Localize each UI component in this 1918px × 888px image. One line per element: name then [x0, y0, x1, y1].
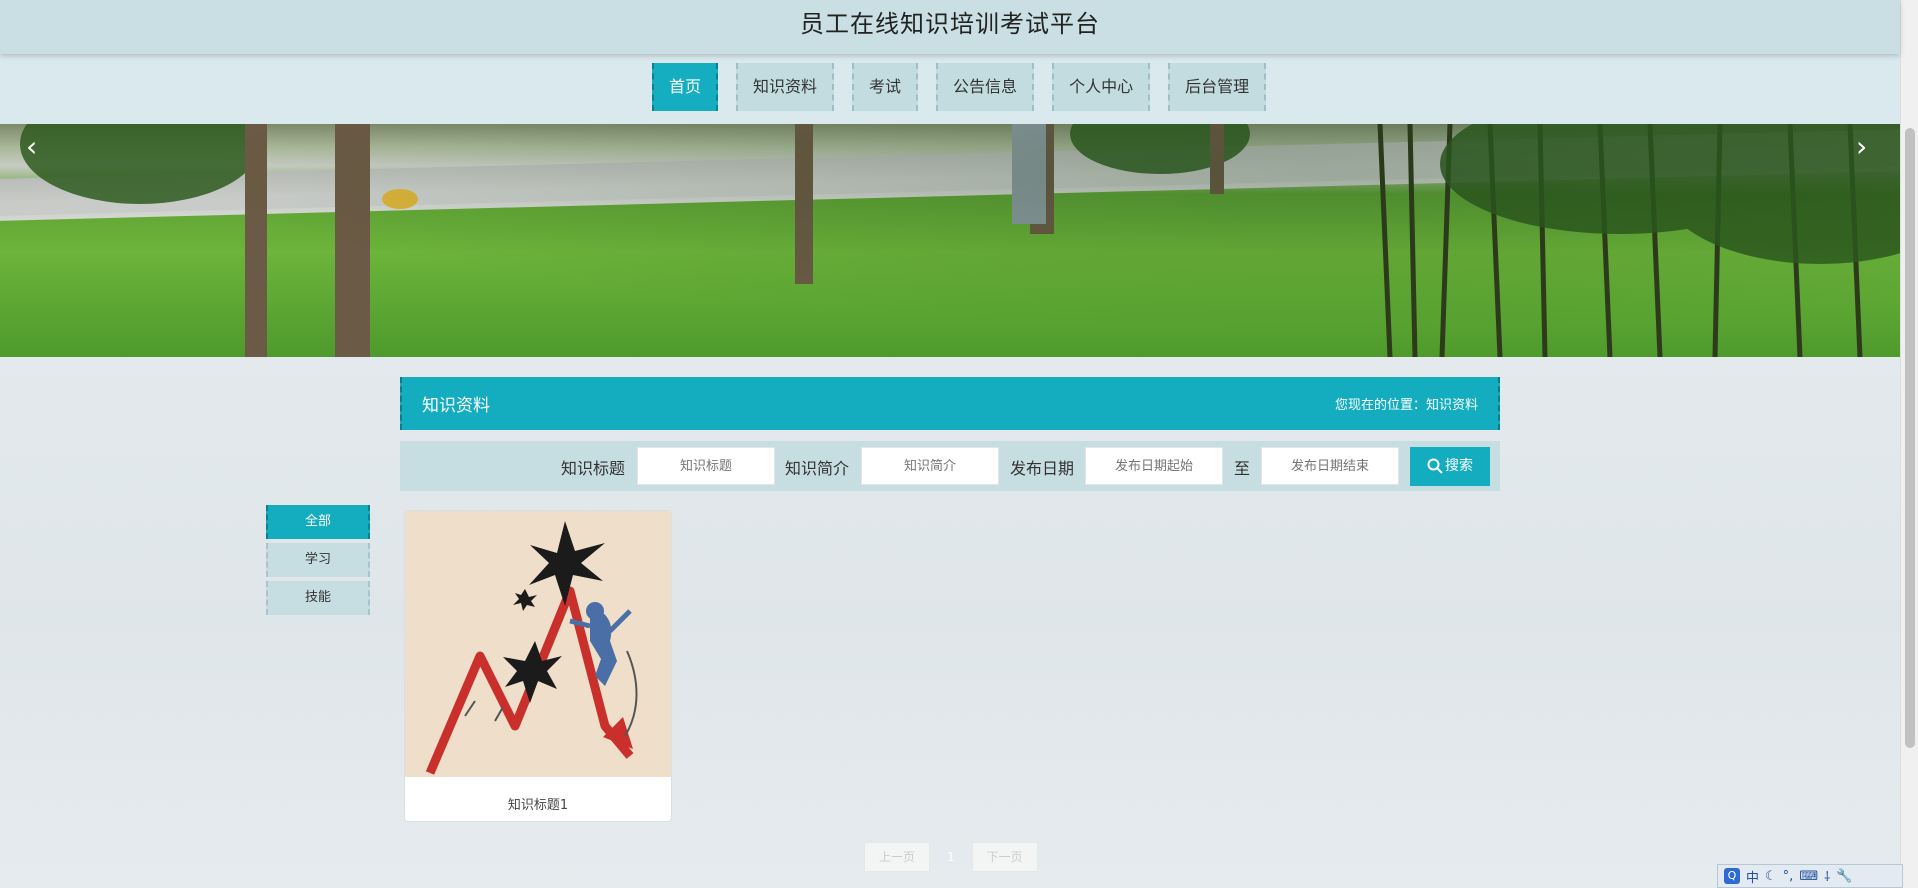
- title-label: 知识标题: [561, 459, 626, 478]
- prev-page-button[interactable]: 上一页: [864, 842, 931, 872]
- category-all[interactable]: 全部: [266, 505, 370, 539]
- ime-mode-chinese[interactable]: 中: [1746, 867, 1759, 886]
- breadcrumb: 您现在的位置：知识资料: [1334, 398, 1478, 413]
- chevron-right-icon[interactable]: ›: [1856, 130, 1867, 163]
- scrollbar-thumb[interactable]: [1905, 128, 1915, 748]
- category-list: 全部 学习 技能: [266, 505, 370, 619]
- section-header: 知识资料 您现在的位置：知识资料: [400, 377, 1500, 430]
- pagination: 上一页 1 下一页: [864, 842, 1038, 872]
- moon-icon[interactable]: ☾: [1765, 869, 1777, 884]
- current-page[interactable]: 1: [938, 842, 964, 872]
- nav-item-admin[interactable]: 后台管理: [1168, 63, 1267, 111]
- chevron-left-icon[interactable]: ‹: [26, 130, 37, 163]
- intro-search-input[interactable]: [861, 447, 999, 485]
- falling-chart-illustration: [425, 521, 638, 775]
- site-title: 员工在线知识培训考试平台: [800, 10, 1100, 38]
- nav-item-home[interactable]: 首页: [652, 63, 719, 111]
- title-search-input[interactable]: [637, 447, 775, 485]
- banner-shade: [0, 124, 1900, 357]
- date-end-input[interactable]: [1261, 447, 1399, 485]
- top-header: 员工在线知识培训考试平台: [0, 0, 1900, 54]
- card-image: [405, 511, 671, 777]
- search-bar: 知识标题 知识简介 发布日期 至 搜索: [400, 441, 1500, 491]
- card-title: 知识标题1: [507, 798, 569, 813]
- nav-item-exam[interactable]: 考试: [852, 63, 919, 111]
- search-button[interactable]: 搜索: [1410, 447, 1490, 486]
- ime-logo-icon[interactable]: Q: [1724, 868, 1740, 884]
- date-start-input[interactable]: [1085, 447, 1223, 485]
- wrench-icon[interactable]: 🔧: [1836, 869, 1852, 884]
- nav-item-personal-center[interactable]: 个人中心: [1052, 63, 1151, 111]
- section-title: 知识资料: [422, 396, 490, 416]
- intro-label: 知识简介: [785, 459, 850, 478]
- search-button-label: 搜索: [1445, 458, 1473, 474]
- category-study[interactable]: 学习: [266, 543, 370, 577]
- symbol-icon[interactable]: ⸸: [1824, 867, 1830, 885]
- punctuation-icon[interactable]: °,: [1783, 869, 1794, 884]
- page-scrollbar[interactable]: [1900, 0, 1918, 888]
- main-nav: 首页 知识资料 考试 公告信息 个人中心 后台管理: [0, 54, 1900, 124]
- knowledge-card[interactable]: 知识标题1: [404, 510, 672, 822]
- ime-toolbar: Q 中 ☾ °, ⌨ ⸸ 🔧: [1717, 864, 1903, 888]
- date-to-label: 至: [1234, 459, 1251, 478]
- category-skills[interactable]: 技能: [266, 581, 370, 615]
- date-label: 发布日期: [1010, 459, 1075, 478]
- search-icon: [1427, 458, 1443, 474]
- keyboard-icon[interactable]: ⌨: [1799, 869, 1818, 884]
- nav-item-knowledge[interactable]: 知识资料: [736, 63, 835, 111]
- banner-carousel[interactable]: ‹ ›: [0, 124, 1900, 357]
- nav-item-announcements[interactable]: 公告信息: [936, 63, 1035, 111]
- next-page-button[interactable]: 下一页: [971, 842, 1038, 872]
